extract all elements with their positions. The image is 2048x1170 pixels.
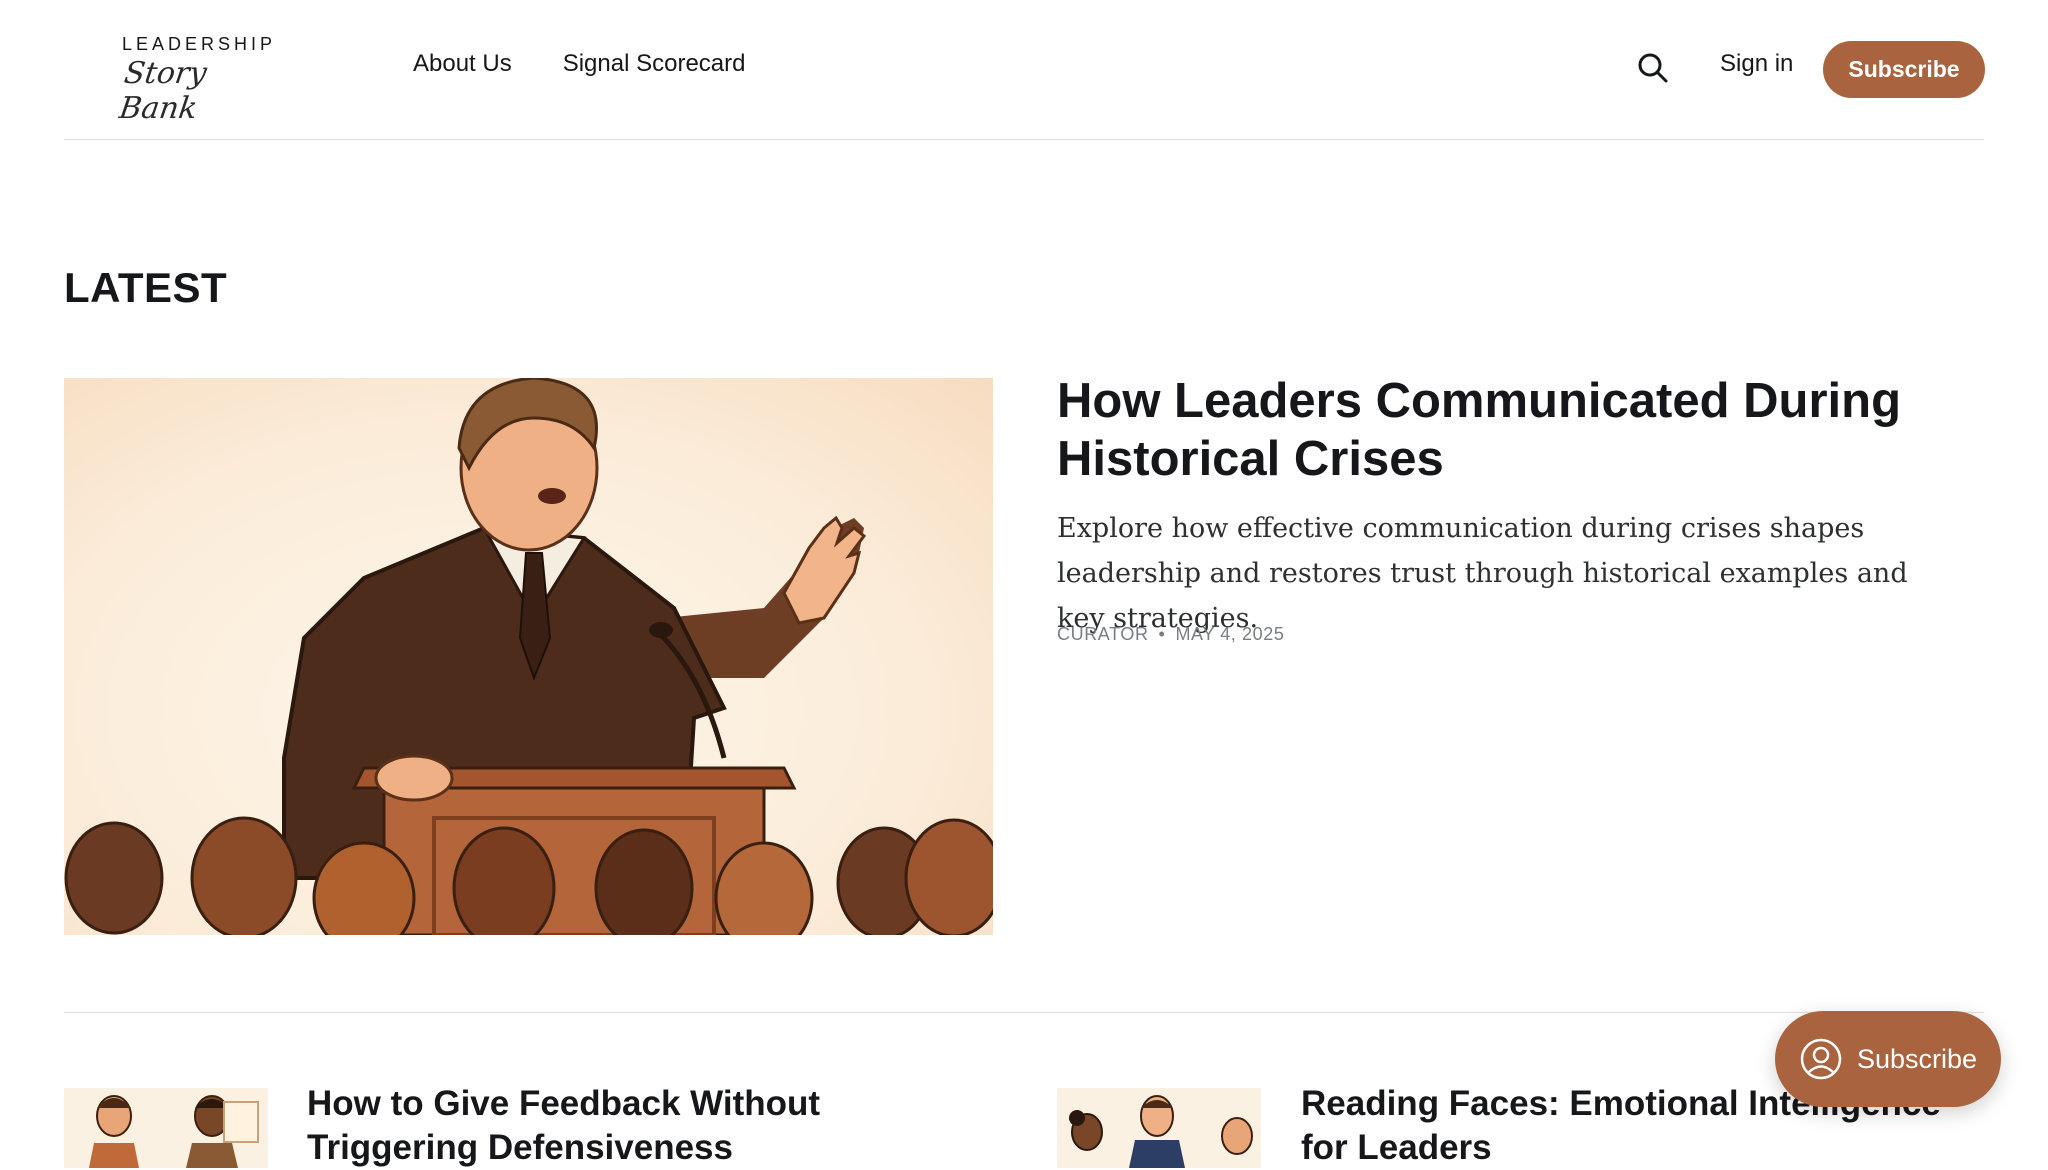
meta-separator: • [1158, 624, 1166, 644]
nav-about-us[interactable]: About Us [413, 50, 512, 78]
feedback-illustration [89, 1095, 259, 1168]
sign-in-link[interactable]: Sign in [1720, 50, 1793, 78]
main-nav: About Us Signal Scorecard [413, 50, 745, 78]
post-thumbnail[interactable] [64, 1088, 268, 1168]
search-button[interactable] [1635, 50, 1671, 86]
post-thumbnail[interactable] [1057, 1088, 1261, 1168]
site-header: LEADERSHIP Story Bank About Us Signal Sc… [64, 0, 1985, 140]
logo-wordmark: LEADERSHIP [122, 34, 277, 54]
featured-post-title[interactable]: How Leaders Communicated During Historic… [1057, 372, 1937, 488]
subscribe-button[interactable]: Subscribe [1823, 41, 1985, 98]
logo-script: Story Bank [117, 56, 209, 126]
faces-illustration [1069, 1095, 1253, 1168]
site-logo[interactable]: LEADERSHIP Story Bank [117, 34, 272, 126]
featured-post-excerpt: Explore how effective communication duri… [1057, 513, 1908, 634]
search-icon [1638, 53, 1668, 83]
user-circle-icon [1800, 1038, 1842, 1080]
floating-subscribe-button[interactable]: Subscribe [1775, 1011, 2001, 1107]
featured-post-meta: CURATOR • MAY 4, 2025 [1057, 624, 1284, 645]
featured-image[interactable] [64, 378, 993, 935]
speaker-illustration [64, 378, 993, 935]
post-author: CURATOR [1057, 624, 1149, 644]
nav-signal-scorecard[interactable]: Signal Scorecard [563, 50, 746, 78]
post-card-title[interactable]: How to Give Feedback Without Triggering … [307, 1082, 987, 1170]
section-divider [64, 1012, 1984, 1013]
post-date: MAY 4, 2025 [1175, 624, 1285, 644]
floating-subscribe-label: Subscribe [1857, 1043, 1978, 1074]
section-title: LATEST [64, 264, 228, 311]
